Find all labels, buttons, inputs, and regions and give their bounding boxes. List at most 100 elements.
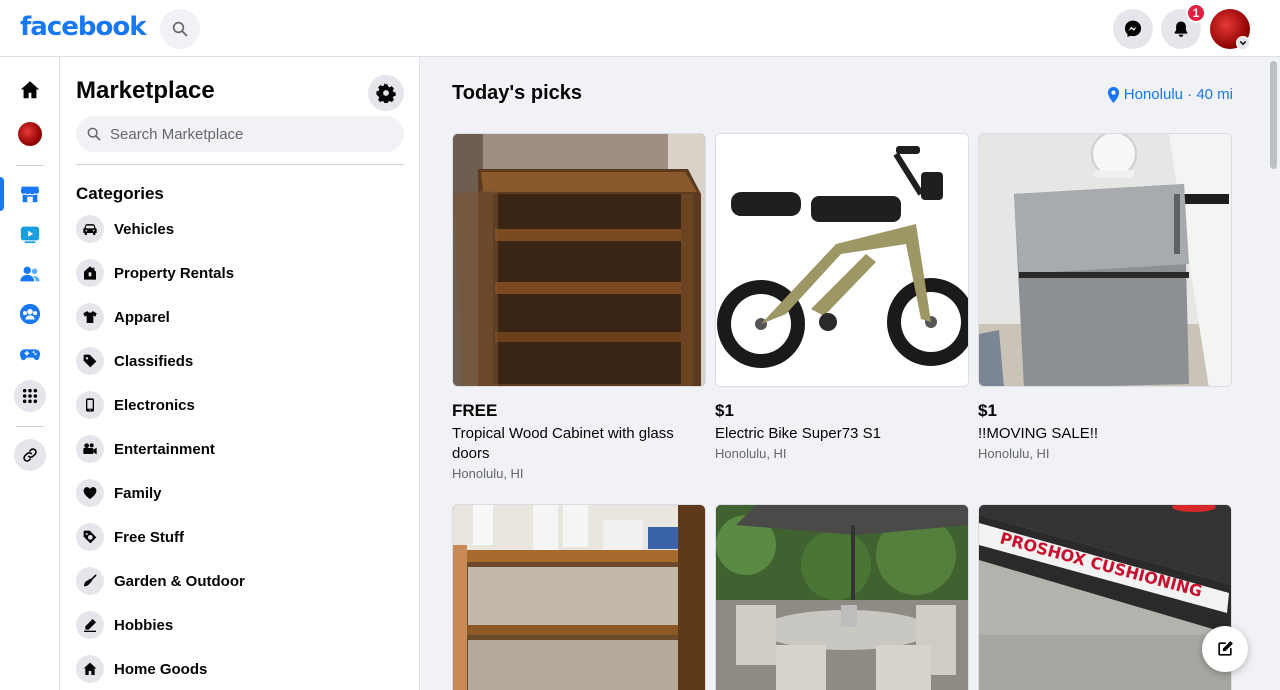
free-tag-icon [76,523,104,551]
category-hobbies[interactable]: Hobbies [76,603,406,647]
marketplace-search[interactable] [76,116,404,152]
facebook-logo[interactable]: facebook [20,12,147,42]
shovel-icon [76,567,104,595]
category-electronics[interactable]: Electronics [76,383,406,427]
rail-watch[interactable] [14,218,46,250]
category-label: Property Rentals [114,264,235,282]
category-free-stuff[interactable]: Free Stuff [76,515,406,559]
account-chevron[interactable] [1236,36,1250,50]
scrollbar-thumb[interactable] [1270,61,1277,169]
marketplace-icon [20,186,40,203]
listing-image[interactable] [978,133,1232,387]
search-input[interactable] [110,125,390,143]
search-icon [172,21,188,37]
shirt-icon [76,303,104,331]
phone-icon [76,391,104,419]
active-indicator [0,177,4,211]
rail-divider [16,165,44,166]
home-icon [20,81,40,99]
category-label: Garden & Outdoor [114,572,245,590]
tag-icon [76,347,104,375]
listing-image[interactable] [452,504,706,690]
listing-card[interactable]: PROSHOX CUSHIONING [978,504,1232,690]
listing-title: Tropical Wood Cabinet with glass doors [452,425,674,462]
messenger-button[interactable] [1113,9,1153,49]
listing-image[interactable] [715,504,969,690]
category-entertainment[interactable]: Entertainment [76,427,406,471]
friends-icon [20,266,40,282]
link-icon [23,448,37,462]
category-label: Home Goods [114,660,208,678]
listing-title: !!MOVING SALE!! [978,425,1099,442]
left-rail [0,57,60,690]
home-goods-icon [76,655,104,683]
rail-home[interactable] [14,74,46,106]
top-navigation-bar: facebook 1 [0,0,1280,57]
messenger-icon [1124,20,1142,38]
listing-location: Honolulu, HI [715,446,787,461]
listing-card[interactable] [452,504,706,690]
category-label: Classifieds [114,352,194,370]
category-garden-outdoor[interactable]: Garden & Outdoor [76,559,406,603]
listing-card[interactable]: $1 !!MOVING SALE!! Honolulu, HI [978,133,1232,461]
watch-icon [20,226,40,244]
heart-icon [76,479,104,507]
page-scrollbar[interactable] [1267,57,1280,690]
listing-title: Electric Bike Super73 S1 [715,425,881,442]
listing-card[interactable]: FREE Tropical Wood Cabinet with glass do… [452,133,706,481]
section-title: Today's picks [452,82,582,104]
listing-location: Honolulu, HI [452,466,524,481]
listing-image[interactable]: PROSHOX CUSHIONING [978,504,1232,690]
category-property-rentals[interactable]: Property Rentals [76,251,406,295]
category-label: Family [114,484,162,502]
rail-groups[interactable] [14,298,46,330]
category-label: Electronics [114,396,195,414]
listing-image[interactable] [715,133,969,387]
category-vehicles[interactable]: Vehicles [76,207,406,251]
menu-grid-icon [22,388,38,404]
rail-friends[interactable] [14,258,46,290]
pencil-icon [76,611,104,639]
listing-image[interactable] [452,133,706,387]
listing-location: Honolulu, HI [978,446,1050,461]
listing-price: $1 [715,401,734,420]
listing-card[interactable] [715,504,969,690]
chevron-down-icon [1239,40,1247,46]
search-button[interactable] [160,9,200,49]
rail-menu[interactable] [14,380,46,412]
gear-icon [376,83,396,103]
category-apparel[interactable]: Apparel [76,295,406,339]
category-label: Vehicles [114,220,175,238]
camera-icon [76,435,104,463]
category-family[interactable]: Family [76,471,406,515]
search-icon [87,127,101,141]
location-pin-icon [1107,86,1119,103]
profile-avatar [18,122,42,146]
gaming-icon [19,349,41,361]
bell-icon [1174,21,1188,37]
rail-marketplace[interactable] [14,178,46,210]
category-label: Entertainment [114,440,215,458]
rail-divider [16,426,44,427]
notification-badge: 1 [1186,3,1206,23]
category-home-goods[interactable]: Home Goods [76,647,406,690]
marketplace-panel: Marketplace Categories Vehicles Property… [60,57,420,690]
rail-gaming[interactable] [14,338,46,370]
panel-divider [76,164,404,165]
rail-profile[interactable] [14,118,46,150]
category-label: Apparel [114,308,170,326]
panel-title: Marketplace [76,77,215,104]
listing-price: FREE [452,401,498,420]
listing-card[interactable]: $1 Electric Bike Super73 S1 Honolulu, HI [715,133,969,461]
new-message-button[interactable] [1202,626,1248,672]
settings-button[interactable] [368,75,404,111]
category-label: Free Stuff [114,528,185,546]
listing-price: $1 [978,401,997,420]
rail-links[interactable] [14,439,46,471]
house-icon [76,259,104,287]
location-filter[interactable]: Honolulu · 40 mi [1107,86,1233,103]
car-icon [76,215,104,243]
category-classifieds[interactable]: Classifieds [76,339,406,383]
category-list: Vehicles Property Rentals Apparel Classi… [76,207,406,690]
compose-icon [1218,641,1233,656]
